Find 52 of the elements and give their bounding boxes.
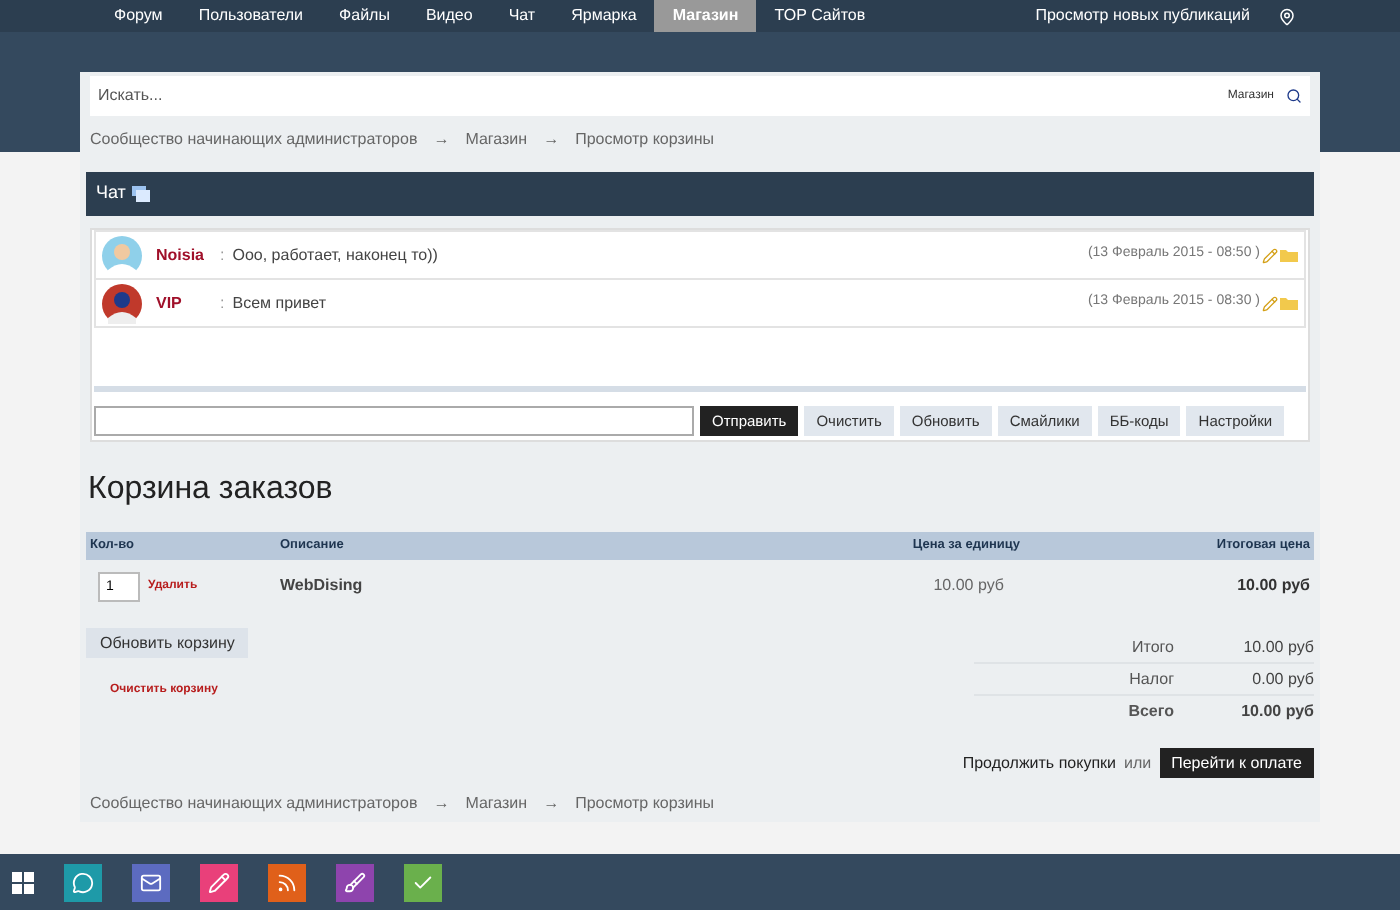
nav-tab[interactable]: Чат [490,0,554,32]
username[interactable]: VIP [156,291,212,315]
rss-icon[interactable] [268,863,306,901]
separator-colon: : [220,243,225,267]
nav-tab[interactable]: Форум [96,0,181,32]
arrow-separator: → [433,128,450,152]
total-value: 0.00 руб [1250,667,1314,691]
nav-tab[interactable]: TOP Сайтов [756,0,884,32]
product-name: WebDising [280,574,365,598]
arrow-separator: → [543,128,560,152]
check-icon[interactable] [404,863,442,901]
or-text: или [1124,751,1152,775]
chat-icon[interactable] [64,863,102,901]
message-text: Ооо, работает, наконец то)) [232,243,438,267]
nav-tab[interactable]: Пользователи [180,0,322,32]
new-posts-link[interactable]: Просмотр новых публикаций [1035,4,1250,28]
unit-price: 10.00 руб [931,574,1004,598]
breadcrumb-link[interactable]: Сообщество начинающих администраторов [90,128,418,152]
windows-icon [131,186,150,202]
nav-tab[interactable]: Ярмарка [553,0,655,32]
breadcrumb-link[interactable]: Магазин [465,792,528,816]
breadcrumb-link[interactable]: Сообщество начинающих администраторов [90,792,418,816]
separator-colon: : [220,291,225,315]
total-value: 10.00 руб [1241,635,1314,659]
arrow-separator: → [433,792,450,816]
avatar [102,235,142,275]
username[interactable]: Noisia [156,243,212,267]
avatar [102,283,142,323]
continue-shopping-link[interactable]: Продолжить покупки [962,751,1116,775]
cart-title: Корзина заказов [88,470,335,510]
brush-icon[interactable] [336,863,374,901]
chat-input[interactable] [94,406,694,436]
search-icon[interactable] [1286,88,1302,104]
nav-tab[interactable]: Файлы [321,0,408,32]
pencil-icon[interactable] [200,863,238,901]
location-pin-icon[interactable] [1278,7,1296,25]
total-label: Налог [1127,667,1176,691]
total-label: Всего [1126,700,1176,724]
mail-icon[interactable] [132,863,170,901]
line-total: 10.00 руб [1235,574,1310,598]
arrow-separator: → [543,792,560,816]
message-text: Всем привет [232,291,326,315]
total-value: 10.00 руб [1239,700,1314,724]
windows-logo-icon[interactable] [12,871,34,893]
checkout-button[interactable]: Перейти к оплате [1159,748,1314,778]
nav-tab[interactable]: Видео [407,0,491,32]
breadcrumb-link[interactable]: Магазин [465,128,528,152]
update-cart-button[interactable]: Обновить корзину [86,628,249,658]
breadcrumb-link[interactable]: Просмотр корзины [575,792,715,816]
total-label: Итого [1130,635,1176,659]
breadcrumb-link[interactable]: Просмотр корзины [575,128,715,152]
chat-title: Чат [96,180,126,207]
